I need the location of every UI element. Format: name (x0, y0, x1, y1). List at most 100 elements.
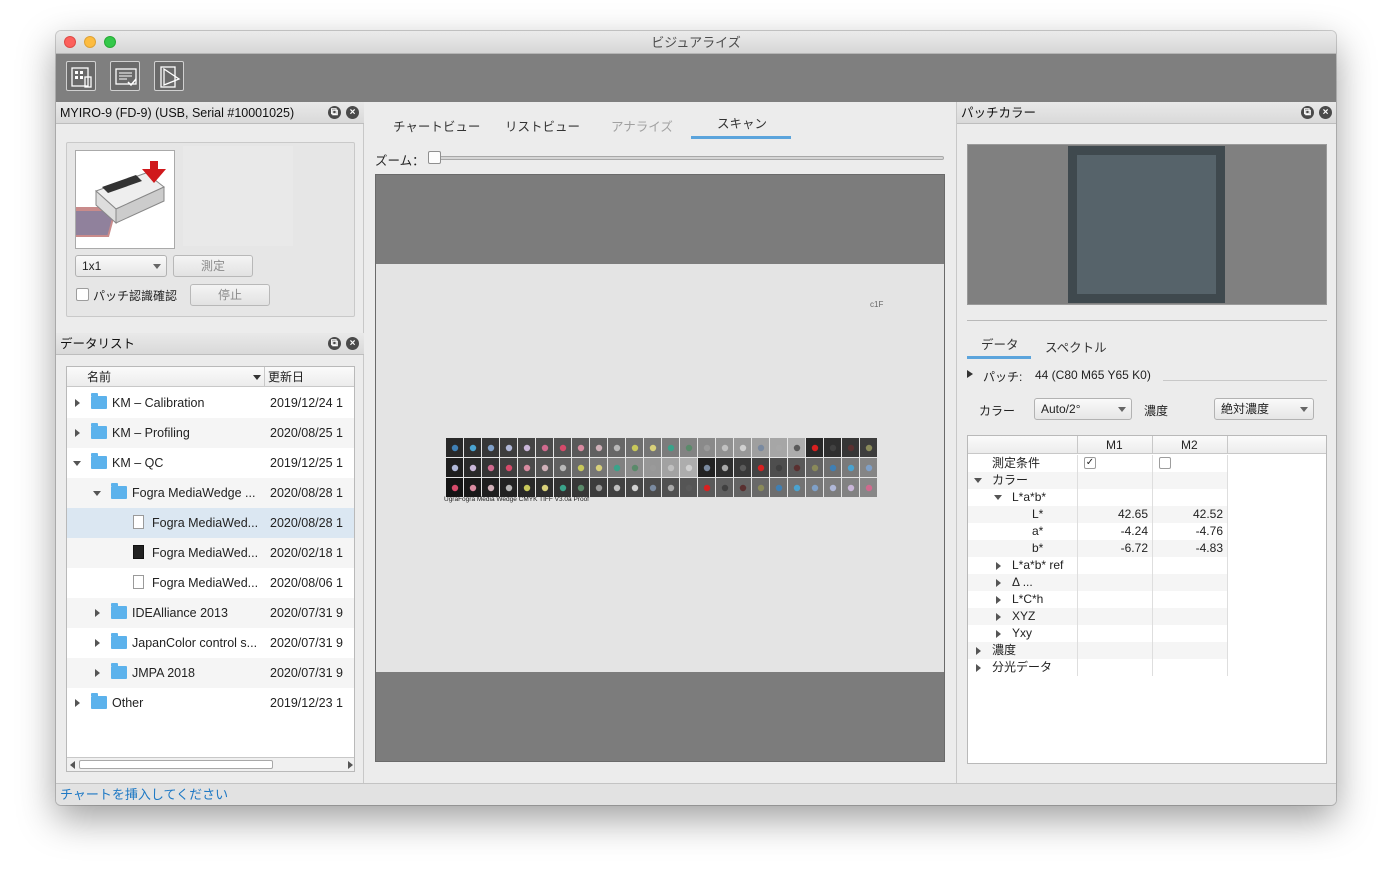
app-window: ビジュアライズ MYIRO-9 (FD-9) (USB, Serial #100… (56, 31, 1336, 805)
patch-size-select[interactable]: 1x1 (75, 255, 167, 277)
expand-arrow-icon[interactable] (95, 609, 100, 617)
collapse-arrow-icon[interactable] (93, 491, 101, 496)
wedge-patch-dot (829, 464, 837, 472)
restore-panel-icon[interactable]: ⧉ (328, 337, 341, 350)
close-panel-icon[interactable]: × (346, 337, 359, 350)
column-header-date[interactable]: 更新日 (268, 367, 304, 387)
table-row[interactable]: L*a*b* ref (968, 557, 1228, 574)
table-row[interactable]: L*C*h (968, 591, 1228, 608)
tree-row[interactable]: Other 2019/12/23 1 (67, 688, 354, 718)
wedge-patch-dot (613, 464, 621, 472)
left-column: MYIRO-9 (FD-9) (USB, Serial #10001025) ⧉… (56, 102, 364, 783)
density-mode-select[interactable]: 絶対濃度 (1214, 398, 1314, 420)
expand-arrow-icon[interactable] (996, 579, 1001, 587)
wedge-patch-dot (721, 484, 729, 492)
patch-swatch-area (967, 144, 1327, 305)
analyze-button[interactable] (154, 61, 184, 91)
right-column: パッチカラー ⧉ × データ スペクトル パッチ: 44 (C80 M65 Y6… (956, 102, 1336, 783)
table-row[interactable]: Δ ... (968, 574, 1228, 591)
tree-row[interactable]: KM – Profiling 2020/08/25 1 (67, 418, 354, 448)
wedge-patch-dot (847, 444, 855, 452)
horizontal-scrollbar[interactable] (67, 757, 354, 771)
folder-icon (111, 633, 127, 649)
tree-row[interactable]: Fogra MediaWed... 2020/02/18 1 (67, 538, 354, 568)
m1-condition-checkbox[interactable]: ✓ (1084, 457, 1096, 469)
m2-condition-checkbox[interactable] (1159, 457, 1171, 469)
tab-scan[interactable]: スキャン (717, 113, 767, 132)
list-view-button[interactable] (110, 61, 140, 91)
scroll-right-icon[interactable] (348, 761, 353, 769)
status-message: チャートを挿入してください (60, 787, 229, 802)
tree-row[interactable]: JapanColor control s... 2020/07/31 9 (67, 628, 354, 658)
wedge-patch-dot (811, 444, 819, 452)
table-row[interactable]: 濃度 (968, 642, 1228, 659)
tree-row[interactable]: Fogra MediaWed... 2020/08/06 1 (67, 568, 354, 598)
tab-chart-view[interactable]: チャートビュー (393, 116, 480, 135)
expand-arrow-icon[interactable] (996, 630, 1001, 638)
expand-arrow-icon[interactable] (976, 647, 981, 655)
tab-list-view[interactable]: リストビュー (505, 116, 580, 135)
chevron-down-icon (153, 264, 161, 269)
tree-row[interactable]: KM – Calibration 2019/12/24 1 (67, 388, 354, 418)
expand-arrow-icon[interactable] (95, 639, 100, 647)
maximize-window-button[interactable] (104, 36, 116, 48)
measure-button[interactable]: 測定 (173, 255, 253, 277)
tree-row[interactable]: KM – QC 2019/12/25 1 (67, 448, 354, 478)
zoom-slider-knob[interactable] (428, 151, 441, 164)
expand-arrow-icon[interactable] (75, 399, 80, 407)
color-mode-select[interactable]: Auto/2° (1034, 398, 1132, 420)
wedge-patch-dot (775, 444, 783, 452)
close-panel-icon[interactable]: × (1319, 106, 1332, 119)
table-row[interactable]: 分光データ (968, 659, 1228, 676)
expand-arrow-icon[interactable] (75, 699, 80, 707)
zoom-slider[interactable] (433, 156, 944, 160)
collapse-arrow-icon[interactable] (73, 461, 81, 466)
minimize-window-button[interactable] (84, 36, 96, 48)
column-header-name[interactable]: 名前 (87, 367, 111, 387)
wedge-patch-dot (541, 484, 549, 492)
expand-arrow-icon[interactable] (996, 613, 1001, 621)
collapse-arrow-icon[interactable] (974, 478, 982, 483)
table-row[interactable]: XYZ (968, 608, 1228, 625)
folder-icon (91, 423, 107, 439)
expand-arrow-icon[interactable] (75, 429, 80, 437)
tree-header: 名前 更新日 (67, 367, 354, 387)
patch-swatch-border (1068, 146, 1225, 303)
expand-arrow-icon[interactable] (996, 562, 1001, 570)
tree-row-selected[interactable]: Fogra MediaWed... 2020/08/28 1 (67, 508, 354, 538)
stop-button[interactable]: 停止 (190, 284, 270, 306)
chart-grid-button[interactable] (66, 61, 96, 91)
tree-row[interactable]: IDEAlliance 2013 2020/07/31 9 (67, 598, 354, 628)
tree-row[interactable]: Fogra MediaWedge ... 2020/08/28 1 (67, 478, 354, 508)
wedge-patch-dot (721, 464, 729, 472)
table-row: b* -6.72 -4.83 (968, 540, 1228, 557)
restore-panel-icon[interactable]: ⧉ (328, 106, 341, 119)
folder-icon (111, 483, 127, 499)
document-icon (133, 575, 144, 589)
tab-spectrum[interactable]: スペクトル (1045, 337, 1107, 356)
close-panel-icon[interactable]: × (346, 106, 359, 119)
scroll-left-icon[interactable] (70, 761, 75, 769)
patch-color-header: パッチカラー ⧉ × (957, 102, 1336, 124)
restore-panel-icon[interactable]: ⧉ (1301, 106, 1314, 119)
table-row[interactable]: Yxy (968, 625, 1228, 642)
tree-row[interactable]: JMPA 2018 2020/07/31 9 (67, 658, 354, 688)
table-row[interactable]: L*a*b* (968, 489, 1228, 506)
expand-arrow-icon[interactable] (95, 669, 100, 677)
scan-preview: c1F UgraFogra Media Wedge CMYK TIFF V3.0… (375, 174, 945, 762)
close-window-button[interactable] (64, 36, 76, 48)
table-row: L* 42.65 42.52 (968, 506, 1228, 523)
wedge-patch-dot (595, 484, 603, 492)
wedge-patch-dot (631, 484, 639, 492)
collapse-arrow-icon[interactable] (994, 495, 1002, 500)
tab-data[interactable]: データ (981, 334, 1019, 353)
active-tab-indicator (967, 356, 1031, 359)
expand-arrow-icon[interactable] (967, 370, 973, 378)
expand-arrow-icon[interactable] (976, 664, 981, 672)
sort-down-icon[interactable] (253, 375, 261, 380)
expand-arrow-icon[interactable] (996, 596, 1001, 604)
patch-confirm-checkbox[interactable] (76, 288, 89, 301)
table-row[interactable]: カラー (968, 472, 1228, 489)
scrollbar-thumb[interactable] (79, 760, 273, 769)
patch-label: パッチ: (983, 370, 1023, 384)
